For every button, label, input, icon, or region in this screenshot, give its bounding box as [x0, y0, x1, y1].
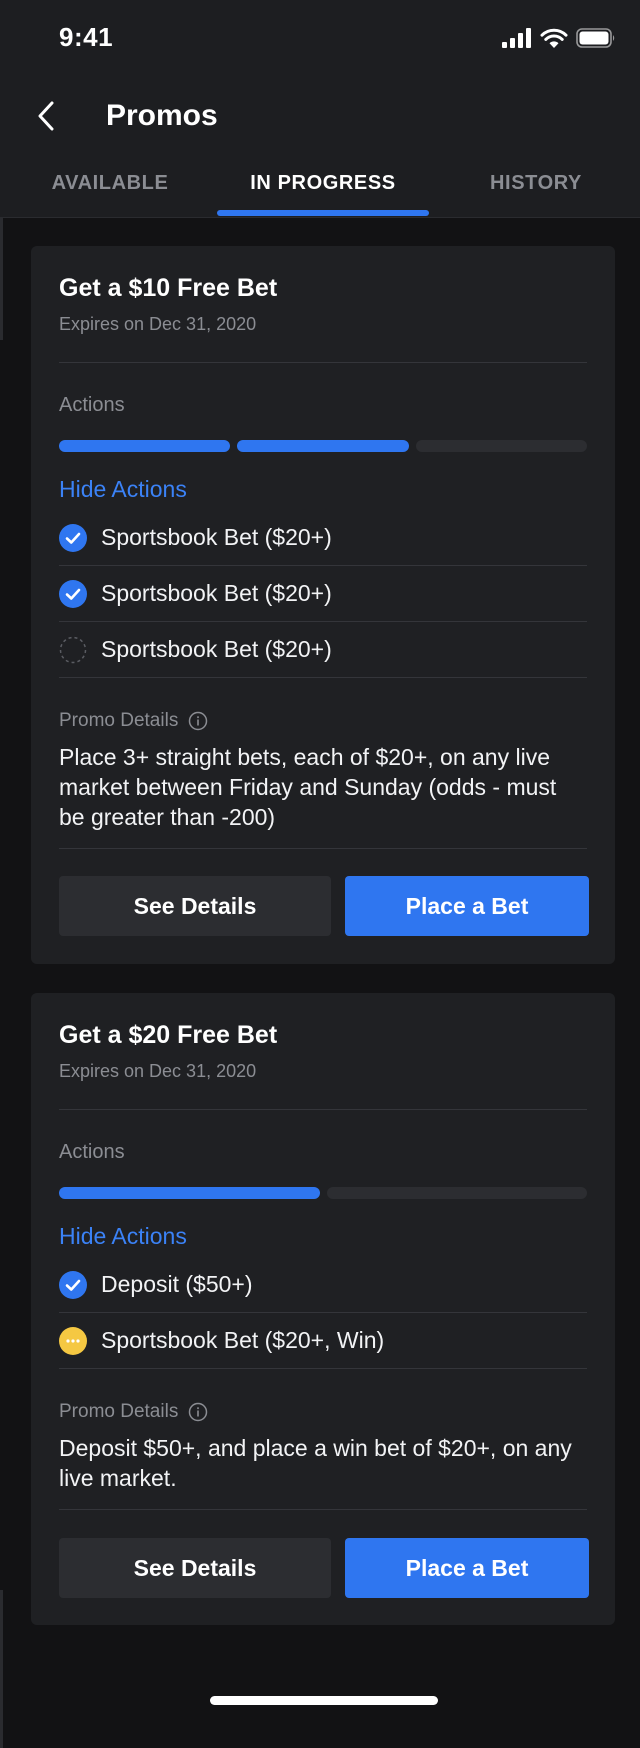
- promo-details-label: Promo Details: [59, 1401, 208, 1423]
- see-details-button[interactable]: See Details: [59, 1538, 331, 1598]
- action-item: Sportsbook Bet ($20+, Win): [59, 1313, 587, 1369]
- progress-segment: [59, 1187, 320, 1199]
- promo-details-text: Promo Details: [59, 1401, 179, 1422]
- status-time: 9:41: [59, 22, 114, 52]
- promo-title: Get a $20 Free Bet: [59, 1021, 278, 1049]
- chevron-left-icon: [38, 101, 54, 131]
- tab-history[interactable]: HISTORY: [446, 158, 626, 218]
- active-tab-indicator: [217, 210, 429, 216]
- info-icon[interactable]: [188, 1402, 208, 1422]
- progress-segment: [415, 440, 587, 452]
- divider: [59, 1109, 587, 1110]
- back-button[interactable]: [26, 94, 66, 138]
- action-label: Deposit ($50+): [101, 1271, 253, 1297]
- header: Promos: [0, 80, 640, 158]
- check-circle-icon: [59, 1270, 87, 1299]
- action-item: Sportsbook Bet ($20+): [59, 510, 587, 566]
- progress-segment: [326, 1187, 587, 1199]
- action-item: Sportsbook Bet ($20+): [59, 566, 587, 622]
- action-item: Deposit ($50+): [59, 1257, 587, 1313]
- promo-card: Get a $10 Free Bet Expires on Dec 31, 20…: [31, 246, 615, 964]
- divider: [59, 848, 587, 849]
- action-label: Sportsbook Bet ($20+): [101, 524, 332, 550]
- tab-bar: AVAILABLE IN PROGRESS HISTORY: [0, 158, 640, 218]
- edge-mark: [0, 1590, 3, 1748]
- check-circle-icon: [59, 523, 87, 552]
- divider: [59, 362, 587, 363]
- tab-in-progress[interactable]: IN PROGRESS: [210, 158, 436, 218]
- promo-details-text: Promo Details: [59, 710, 179, 731]
- actions-label: Actions: [59, 1141, 125, 1163]
- pending-dots-icon: [59, 1326, 87, 1355]
- promo-title: Get a $10 Free Bet: [59, 274, 278, 302]
- promo-expiry: Expires on Dec 31, 2020: [59, 314, 257, 334]
- progress-bar: [59, 440, 587, 452]
- info-icon[interactable]: [188, 711, 208, 731]
- progress-bar: [59, 1187, 587, 1199]
- promos-screen: 9:41 Promos AVAILABLE IN PROGRESS HISTOR…: [0, 0, 640, 1748]
- promo-details: Place 3+ straight bets, each of $20+, on…: [59, 744, 557, 830]
- promo-card: Get a $20 Free Bet Expires on Dec 31, 20…: [31, 993, 615, 1625]
- divider: [59, 1509, 587, 1510]
- actions-label: Actions: [59, 394, 125, 416]
- progress-segment: [237, 440, 409, 452]
- action-label: Sportsbook Bet ($20+, Win): [101, 1327, 385, 1353]
- hide-actions-link[interactable]: Hide Actions: [59, 476, 187, 503]
- signal-icon: [502, 28, 531, 48]
- place-bet-button[interactable]: Place a Bet: [345, 876, 589, 936]
- status-icons: [502, 26, 616, 50]
- progress-segment: [59, 440, 231, 452]
- check-circle-icon: [59, 579, 87, 608]
- page-title: Promos: [106, 99, 218, 132]
- place-bet-button[interactable]: Place a Bet: [345, 1538, 589, 1598]
- see-details-button[interactable]: See Details: [59, 876, 331, 936]
- promo-details: Deposit $50+, and place a win bet of $20…: [59, 1435, 572, 1491]
- home-indicator: [210, 1696, 438, 1705]
- promo-details-label: Promo Details: [59, 710, 208, 732]
- tab-available[interactable]: AVAILABLE: [20, 158, 200, 218]
- wifi-icon: [540, 28, 568, 48]
- battery-icon: [576, 28, 615, 48]
- promo-expiry: Expires on Dec 31, 2020: [59, 1061, 257, 1081]
- action-label: Sportsbook Bet ($20+): [101, 636, 332, 662]
- action-label: Sportsbook Bet ($20+): [101, 580, 332, 606]
- status-bar: 9:41: [0, 0, 640, 80]
- action-item: Sportsbook Bet ($20+): [59, 622, 587, 678]
- empty-circle-icon: [59, 636, 87, 663]
- hide-actions-link[interactable]: Hide Actions: [59, 1223, 187, 1250]
